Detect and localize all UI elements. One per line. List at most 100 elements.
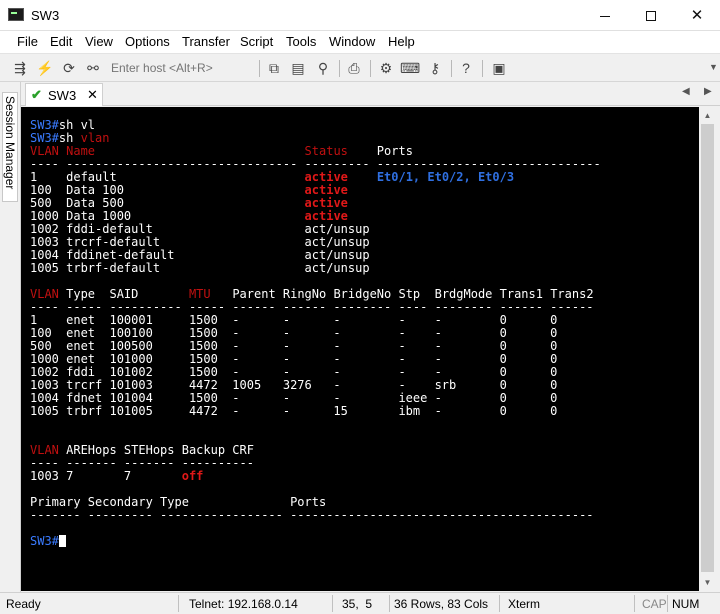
toolbar-separator — [370, 60, 371, 77]
keymap-icon[interactable]: ⌨ — [400, 58, 420, 78]
connected-check-icon: ✔ — [31, 87, 42, 102]
terminal-line: 1005 trbrf 101005 4472 - - 15 ibm - 0 0 — [30, 405, 601, 418]
status-num-lock: NUM — [672, 597, 700, 611]
status-separator — [332, 595, 333, 612]
terminal-text: VLAN — [30, 287, 59, 301]
image-icon[interactable]: ▣ — [489, 58, 509, 78]
copy-icon[interactable]: ⧉ — [264, 58, 284, 78]
terminal-scrollbar[interactable]: ▲ ▼ — [699, 107, 716, 591]
status-terminal-size: 36 Rows, 83 Cols — [394, 597, 489, 611]
terminal-prompt: SW3# — [30, 131, 59, 145]
terminal-screen[interactable]: SW3#sh vl SW3#sh vlan VLAN Name Status Por… — [21, 107, 699, 591]
status-emulation: Xterm — [508, 597, 541, 611]
scroll-up-icon[interactable]: ▲ — [699, 107, 716, 124]
paste-icon[interactable]: ▤ — [288, 58, 308, 78]
terminal-text: Status — [304, 144, 348, 158]
terminal-text: 1004 fdnet 101004 1500 - - - ieee - 0 0 — [30, 391, 558, 405]
terminal-text: Ports — [347, 144, 413, 158]
minimize-icon — [600, 15, 610, 17]
terminal-text: 100 enet 100100 1500 - - - - - 0 0 — [30, 326, 558, 340]
terminal-text: AREHops STEHops Backup CRF — [58, 443, 254, 457]
scrollbar-thumb[interactable] — [701, 124, 714, 572]
toolbar-separator — [339, 60, 340, 77]
maximize-button[interactable] — [628, 0, 674, 31]
status-separator — [178, 595, 179, 612]
close-button[interactable]: ✕ — [674, 0, 720, 31]
toolbar-overflow-icon[interactable]: ▼ — [709, 62, 718, 72]
terminal-text: 1003 trcrf-default act/unsup — [30, 235, 370, 249]
terminal-text: ---- -------------------------------- --… — [30, 157, 601, 171]
print-icon[interactable]: ⎙ — [344, 58, 364, 78]
terminal-text: 1005 trbrf-default act/unsup — [30, 261, 370, 275]
terminal-text: 500 enet 100500 1500 - - - - - 0 0 — [30, 339, 558, 353]
menu-options[interactable]: Options — [125, 34, 170, 49]
menu-view[interactable]: View — [85, 34, 113, 49]
help-icon[interactable]: ? — [456, 58, 476, 78]
status-ready: Ready — [6, 597, 41, 611]
find-icon[interactable]: ⚲ — [313, 58, 333, 78]
minimize-button[interactable] — [582, 0, 628, 31]
terminal-text: Et0/1, Et0/2, Et0/3 — [376, 170, 515, 184]
connect-icon[interactable]: ⇶ — [10, 58, 30, 78]
scroll-down-icon[interactable]: ▼ — [699, 574, 716, 591]
menu-window[interactable]: Window — [329, 34, 375, 49]
terminal-text: 1004 fddinet-default act/unsup — [30, 248, 370, 262]
status-cursor-position: 35, 5 — [342, 597, 373, 611]
menu-edit[interactable]: Edit — [50, 34, 72, 49]
menu-file[interactable]: File — [17, 34, 38, 49]
close-icon: ✕ — [690, 7, 704, 24]
terminal-line: ------- --------- ----------------- ----… — [30, 509, 601, 522]
reconnect-icon[interactable]: ⟳ — [59, 58, 79, 78]
tab-close-icon[interactable]: ✕ — [87, 87, 98, 103]
terminal-prompt: SW3# — [30, 118, 59, 132]
terminal-text: 1 enet 100001 1500 - - - - - 0 0 — [30, 313, 558, 327]
status-separator — [634, 595, 635, 612]
toolbar-separator — [451, 60, 452, 77]
menu-tools[interactable]: Tools — [286, 34, 316, 49]
toolbar: ⇶ ⚡ ⟳ ⚯ ⧉ ▤ ⚲ ⎙ ⚙ ⌨ ⚷ ? ▣ ▼ — [0, 53, 720, 82]
maximize-icon — [646, 11, 656, 22]
keychain-icon[interactable]: ⚷ — [425, 58, 445, 78]
terminal-text: 1002 fddi 101002 1500 - - - - - 0 0 — [30, 365, 558, 379]
terminal-text: active — [304, 209, 348, 223]
session-manager-toggle[interactable]: Session Manager — [2, 92, 18, 202]
terminal-text: VLAN — [30, 443, 59, 457]
terminal-text: 1000 enet 101000 1500 - - - - - 0 0 — [30, 352, 558, 366]
terminal-text: Type SAID — [58, 287, 189, 301]
terminal-prompt: SW3# — [30, 534, 59, 548]
host-input[interactable] — [111, 58, 251, 78]
terminal-text: Primary Secondary Type Ports — [30, 495, 327, 509]
terminal-text: 1 default — [30, 170, 305, 184]
tab-sw3[interactable]: ✔ SW3 ✕ — [25, 83, 103, 106]
tab-scroll-left-icon[interactable]: ◀ — [682, 86, 690, 97]
terminal-line: SW3#sh vl — [30, 119, 601, 132]
status-connection: Telnet: 192.168.0.14 — [189, 597, 298, 611]
menu-help[interactable]: Help — [388, 34, 415, 49]
session-tab-bar: ✔ SW3 ✕ ◀ ▶ — [21, 82, 720, 106]
terminal-text: ------- --------- ----------------- ----… — [30, 508, 594, 522]
terminal-text: active — [304, 170, 348, 184]
terminal-text: off — [181, 469, 204, 483]
tab-scroll-right-icon[interactable]: ▶ — [704, 86, 712, 97]
session-manager-strip: Session Manager — [0, 82, 21, 592]
status-caps-lock: CAP — [642, 597, 667, 611]
toolbar-separator — [482, 60, 483, 77]
toolbar-separator — [259, 60, 260, 77]
session-manager-label: Session Manager — [3, 96, 17, 190]
status-separator — [667, 595, 668, 612]
terminal-line: SW3# — [30, 535, 601, 548]
title-bar: SW3 ✕ — [0, 0, 720, 31]
terminal-text: 100 Data 100 — [30, 183, 305, 197]
disconnect-icon[interactable]: ⚯ — [83, 58, 103, 78]
menu-script[interactable]: Script — [240, 34, 273, 49]
settings-icon[interactable]: ⚙ — [376, 58, 396, 78]
quick-connect-icon[interactable]: ⚡ — [35, 58, 55, 78]
terminal-line: 1005 trbrf-default act/unsup — [30, 262, 601, 275]
menu-transfer[interactable]: Transfer — [182, 34, 230, 49]
menu-bar: File Edit View Options Transfer Script T… — [0, 31, 720, 53]
terminal-text: 500 Data 500 — [30, 196, 305, 210]
terminal-cursor — [58, 535, 66, 547]
terminal-text: active — [304, 183, 348, 197]
